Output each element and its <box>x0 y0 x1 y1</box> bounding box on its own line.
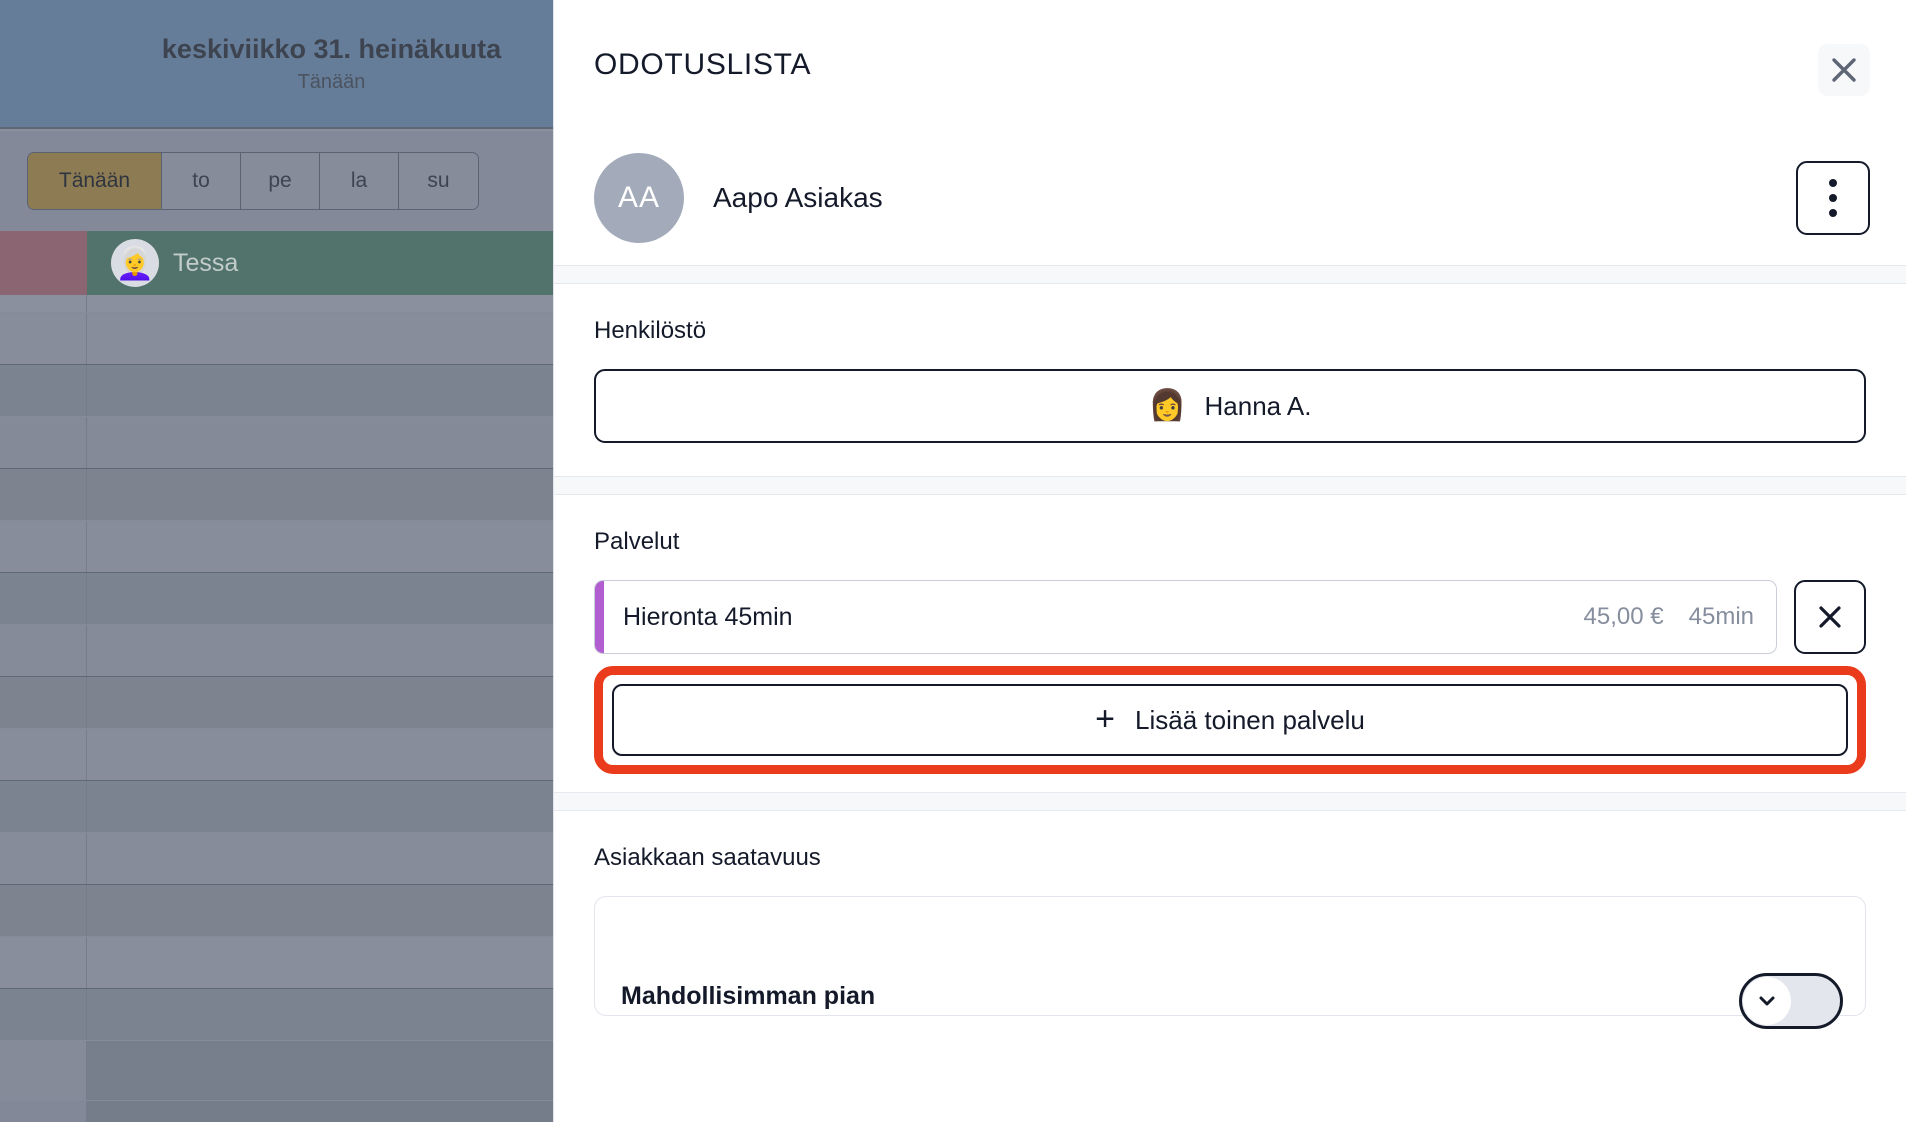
calendar-row[interactable] <box>0 937 553 989</box>
kebab-dot <box>1829 178 1837 187</box>
woman-avatar-icon: 👩 <box>1148 389 1187 422</box>
calendar-row[interactable] <box>0 365 553 417</box>
calendar-row[interactable] <box>0 469 553 521</box>
add-service-highlight: + Lisää toinen palvelu <box>594 666 1866 774</box>
calendar-row[interactable] <box>0 781 553 833</box>
day-tab-tanaan[interactable]: Tänään <box>28 153 162 209</box>
chevron-down-icon <box>1743 977 1791 1025</box>
calendar-row[interactable] <box>0 521 553 573</box>
section-divider <box>554 792 1906 811</box>
day-tabs: Tänään to pe la su <box>27 152 479 210</box>
calendar-row[interactable] <box>0 989 553 1041</box>
staff-section-label: Henkilöstö <box>594 317 707 344</box>
calendar-grid[interactable] <box>0 295 553 1122</box>
day-tab-label: su <box>427 169 450 192</box>
availability-toggle[interactable] <box>1739 973 1843 1029</box>
service-meta: 45,00 € 45min <box>1584 603 1754 631</box>
calendar-row[interactable] <box>0 833 553 885</box>
service-name: Hieronta 45min <box>623 602 793 631</box>
screen-root: keskiviikko 31. heinäkuuta Tänään Tänään… <box>0 0 1906 1122</box>
service-accent-bar <box>595 581 604 653</box>
calendar-date-subtitle: Tänään <box>297 70 366 93</box>
list-item: Hieronta 45min 45,00 € 45min <box>594 580 1866 654</box>
close-icon[interactable] <box>1818 44 1870 96</box>
customer-name: Aapo Asiakas <box>713 181 883 213</box>
staff-name: Hanna A. <box>1204 390 1312 421</box>
kebab-dot <box>1829 193 1837 202</box>
services-section: Palvelut Hieronta 45min 45,00 € 45min + … <box>554 495 1906 774</box>
calendar-row[interactable] <box>0 625 553 677</box>
page-title: ODOTUSLISTA <box>594 48 812 81</box>
calendar-date-title: keskiviikko 31. heinäkuuta <box>161 34 502 65</box>
day-tab-label: to <box>192 169 210 192</box>
customer-summary-row[interactable]: AA Aapo Asiakas <box>554 130 1906 265</box>
section-divider <box>554 265 1906 284</box>
service-card[interactable]: Hieronta 45min 45,00 € 45min <box>594 580 1777 654</box>
day-tab-su[interactable]: su <box>399 153 478 209</box>
calendar-row[interactable] <box>0 295 553 313</box>
calendar-row[interactable] <box>0 729 553 781</box>
calendar-row[interactable] <box>0 573 553 625</box>
services-section-label: Palvelut <box>594 528 680 555</box>
plus-icon: + <box>1095 700 1115 739</box>
woman-avatar-icon: 👩‍🦳 <box>111 239 159 287</box>
kebab-menu-icon[interactable] <box>1796 160 1870 235</box>
panel-header: ODOTUSLISTA <box>554 0 1906 130</box>
avatar: AA <box>594 152 684 243</box>
availability-option-card[interactable]: Mahdollisimman pian <box>594 896 1866 1029</box>
availability-section: Asiakkaan saatavuus Mahdollisimman pian <box>554 811 1906 1029</box>
day-tab-pe[interactable]: pe <box>241 153 320 209</box>
staff-section: Henkilöstö 👩 Hanna A. <box>554 284 1906 443</box>
calendar-resource-header[interactable]: 👩‍🦳 Tessa <box>87 231 553 295</box>
calendar-row[interactable] <box>0 677 553 729</box>
day-tab-label: Tänään <box>58 169 131 192</box>
service-duration: 45min <box>1688 603 1754 630</box>
day-tab-la[interactable]: la <box>320 153 399 209</box>
calendar-row[interactable] <box>0 1041 553 1101</box>
calendar-background: keskiviikko 31. heinäkuuta Tänään Tänään… <box>0 0 553 1122</box>
service-price: 45,00 € <box>1583 603 1664 630</box>
day-tab-label: pe <box>268 169 292 192</box>
calendar-row[interactable] <box>0 1101 553 1122</box>
calendar-row[interactable] <box>0 313 553 365</box>
calendar-resource-row: 👩‍🦳 Tessa <box>0 231 553 295</box>
add-service-label: Lisää toinen palvelu <box>1135 704 1365 735</box>
calendar-row[interactable] <box>0 417 553 469</box>
day-tab-to[interactable]: to <box>162 153 241 209</box>
close-icon <box>1819 606 1841 628</box>
calendar-day-tab-bar: Tänään to pe la su <box>0 131 553 231</box>
remove-service-button[interactable] <box>1794 580 1866 654</box>
availability-section-label: Asiakkaan saatavuus <box>594 844 821 871</box>
calendar-corner-cell <box>0 231 87 295</box>
waitlist-panel: ODOTUSLISTA AA Aapo Asiakas Henkilöstö 👩 <box>553 0 1906 1122</box>
day-tab-label: la <box>350 169 368 192</box>
calendar-row[interactable] <box>0 885 553 937</box>
calendar-header: keskiviikko 31. heinäkuuta Tänään <box>0 0 553 129</box>
calendar-resource-name: Tessa <box>173 248 239 277</box>
availability-option-label: Mahdollisimman pian <box>621 982 876 1010</box>
kebab-dot <box>1829 208 1837 217</box>
section-divider <box>554 476 1906 495</box>
add-another-service-button[interactable]: + Lisää toinen palvelu <box>612 684 1848 756</box>
staff-selector[interactable]: 👩 Hanna A. <box>594 369 1866 443</box>
